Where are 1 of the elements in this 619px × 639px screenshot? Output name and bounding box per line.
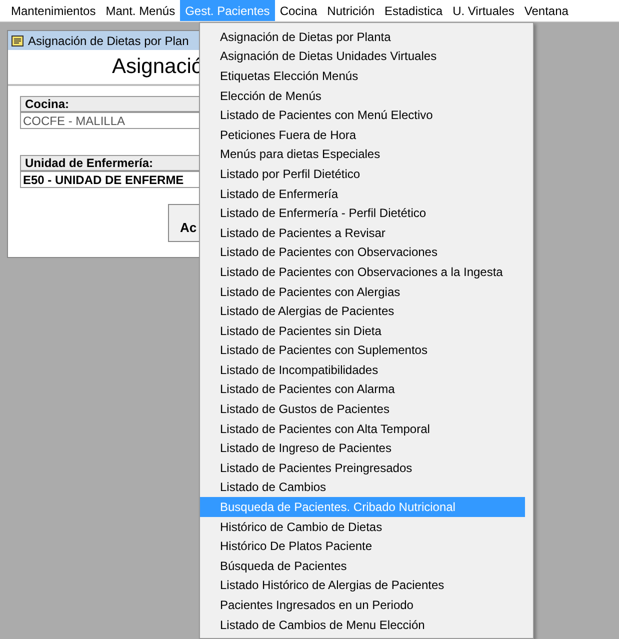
window-title: Asignación de Dietas por Plan: [28, 32, 189, 50]
